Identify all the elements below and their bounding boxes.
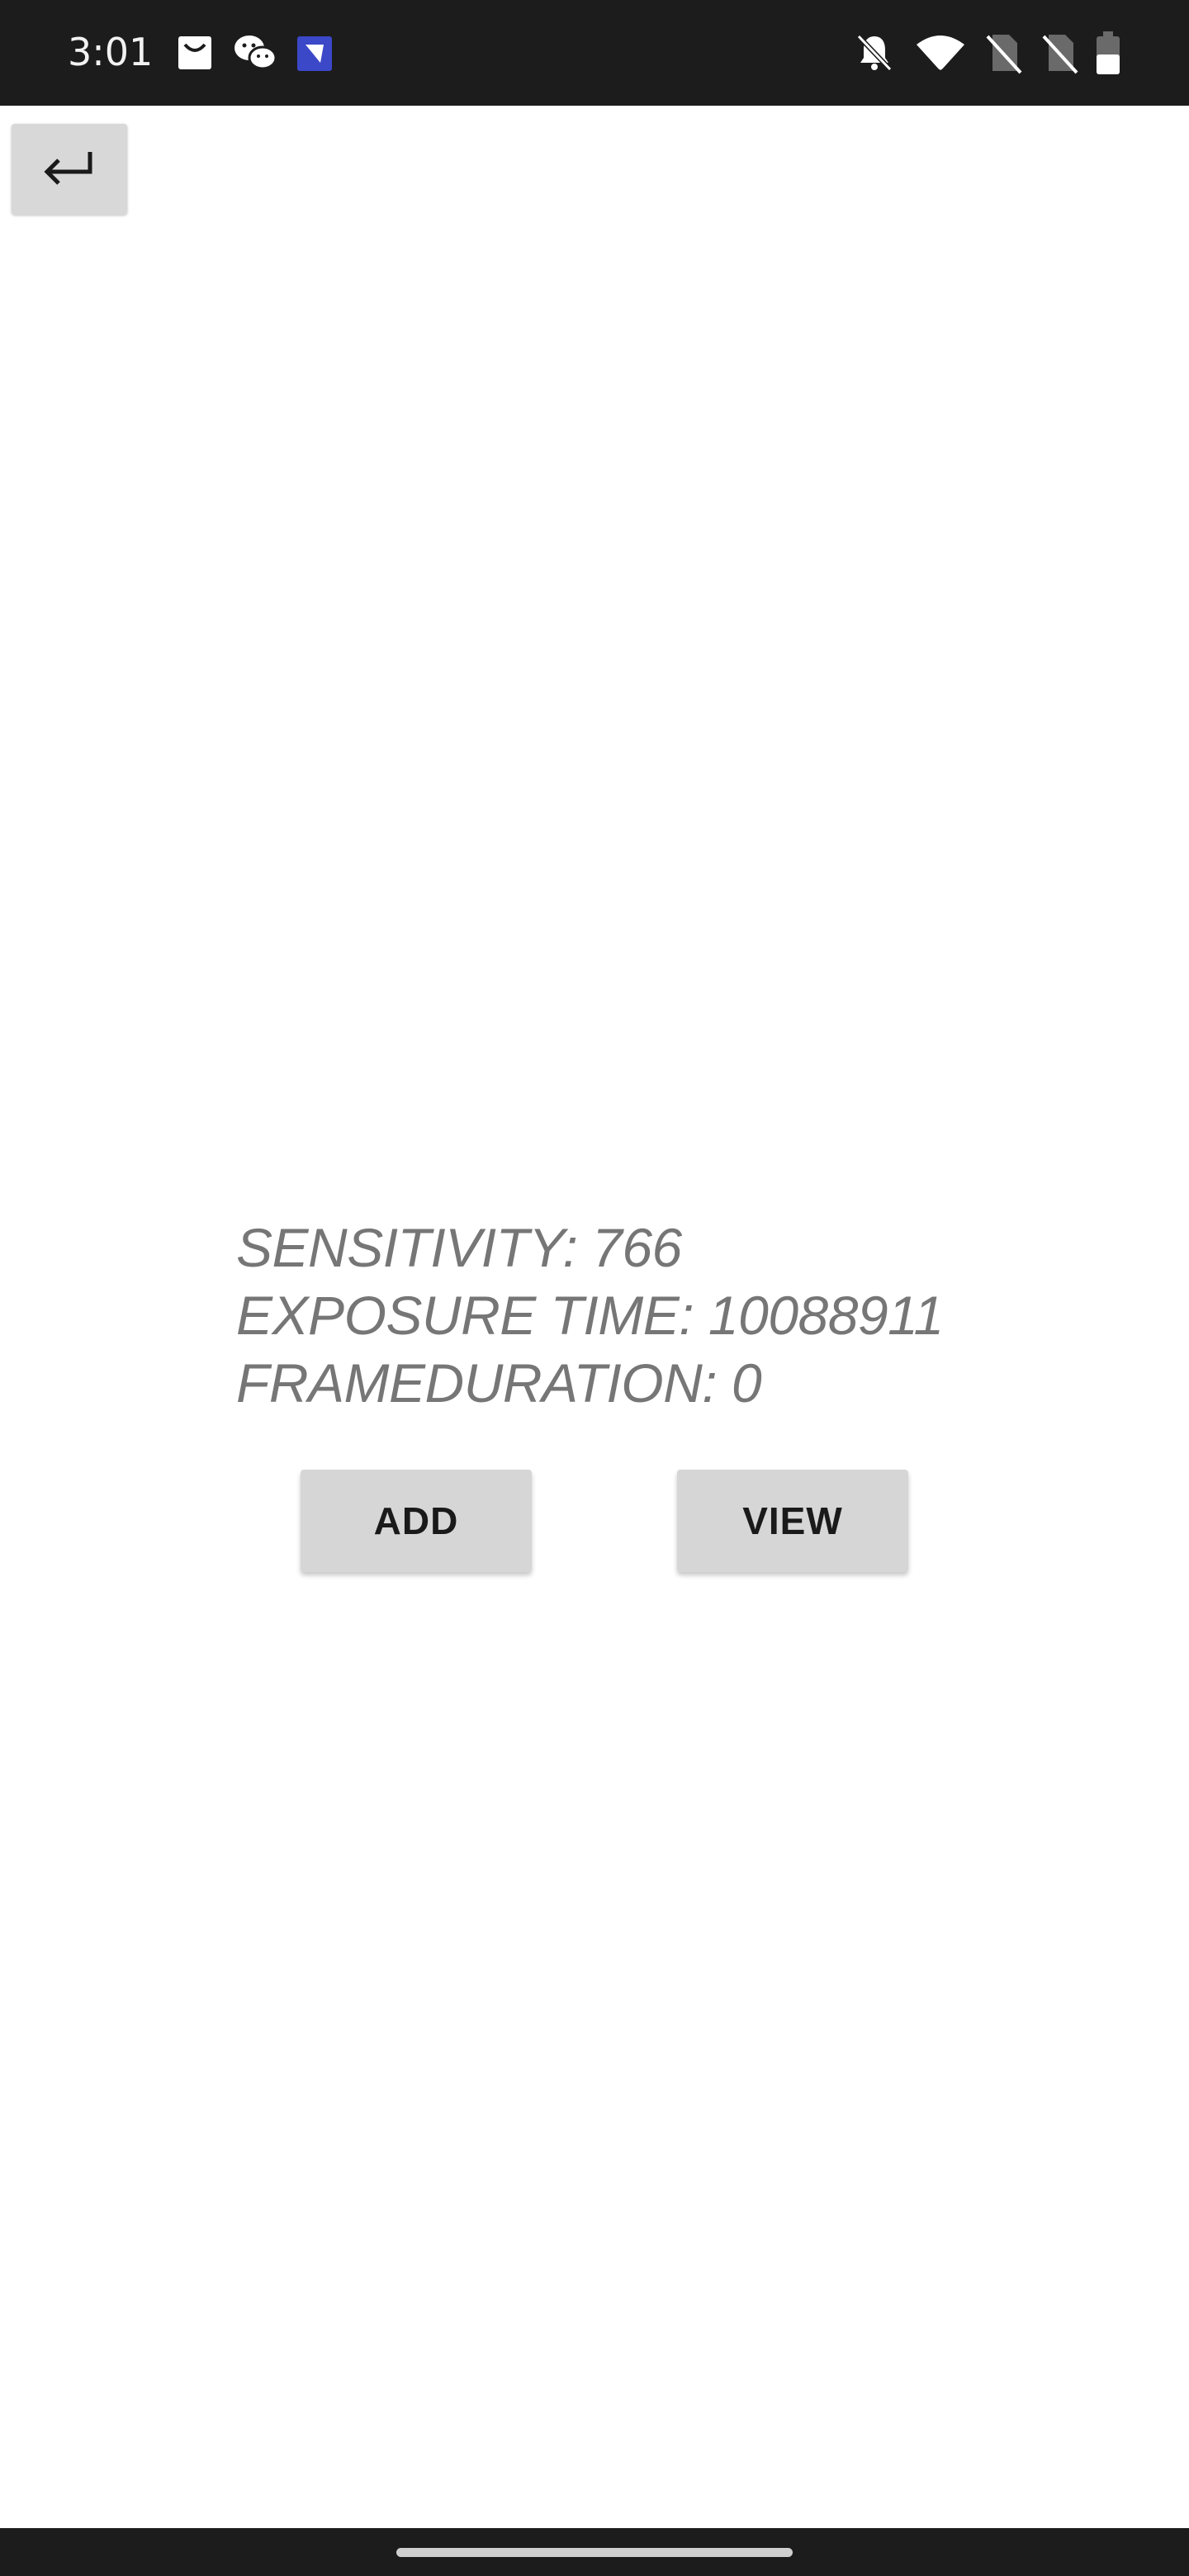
sensitivity-text: SENSITIVITY: 766 (236, 1217, 682, 1278)
battery-icon (1093, 30, 1123, 76)
app-notification-icon (294, 30, 335, 76)
add-button[interactable]: ADD (301, 1470, 532, 1572)
back-button[interactable] (12, 124, 127, 215)
mail-icon (175, 30, 216, 76)
no-sim-icon (1039, 30, 1080, 76)
wechat-icon (231, 30, 281, 76)
return-arrow-icon (40, 147, 98, 192)
wifi-icon (913, 30, 968, 76)
navigation-bar (0, 2528, 1189, 2576)
exposure-time-text: EXPOSURE TIME: 10088911 (236, 1285, 944, 1346)
home-gesture-handle[interactable] (396, 2548, 793, 2557)
frame-duration-text: FRAMEDURATION: 0 (236, 1352, 762, 1413)
status-time: 3:01 (68, 30, 154, 74)
no-sim-icon (983, 30, 1024, 76)
view-button[interactable]: VIEW (677, 1470, 908, 1572)
camera-info-panel: SENSITIVITY: 766 EXPOSURE TIME: 10088911… (236, 1214, 1062, 1417)
status-bar: 3:01 (0, 0, 1189, 106)
bell-muted-icon (854, 30, 895, 76)
